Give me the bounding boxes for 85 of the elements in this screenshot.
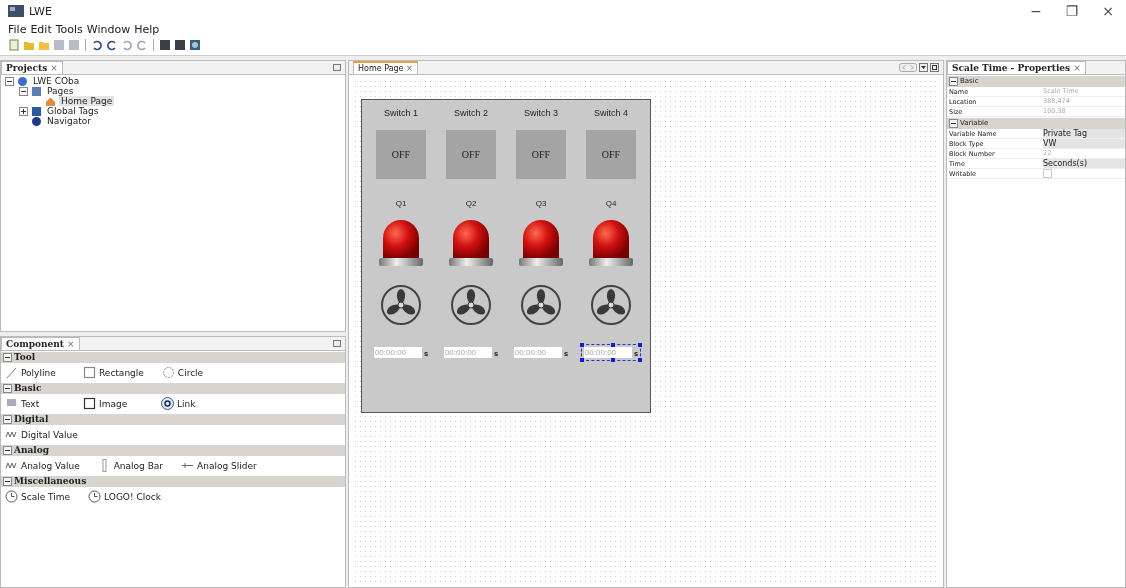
palette-section-header[interactable]: Basic <box>14 383 42 394</box>
monitor-toolbar-icon[interactable] <box>189 39 201 51</box>
tree-item[interactable]: Home Page <box>59 96 115 106</box>
menu-item[interactable]: File <box>8 23 27 36</box>
rectangle-icon <box>83 366 96 379</box>
project-icon <box>17 75 28 87</box>
expand-icon[interactable] <box>19 106 28 116</box>
collapse-icon[interactable] <box>3 415 12 424</box>
palette-item[interactable]: Circle <box>177 367 204 378</box>
fan-icon <box>450 284 492 326</box>
collapse-icon[interactable] <box>3 384 12 393</box>
lamp-label: Q4 <box>605 199 617 208</box>
palette-item[interactable]: Text <box>21 398 40 409</box>
redo-toolbar-icon[interactable] <box>106 39 118 51</box>
switch-label: Switch 2 <box>454 108 488 118</box>
panel-tab[interactable]: Projects × <box>1 61 63 74</box>
menu-item[interactable]: Window <box>86 23 131 36</box>
tree-item[interactable]: Pages <box>45 86 76 96</box>
navigator-icon <box>31 115 42 127</box>
lamp-label: Q3 <box>535 199 547 208</box>
link-icon <box>161 397 174 410</box>
switch-label: Switch 4 <box>594 108 628 118</box>
palette-item[interactable]: Rectangle <box>99 367 144 378</box>
minimize-button[interactable]: − <box>1018 0 1054 22</box>
panel-tab[interactable]: Component × <box>1 337 80 350</box>
collapse-icon[interactable] <box>3 477 12 486</box>
circle-icon <box>161 366 175 379</box>
property-dropdown[interactable]: Seconds(s) <box>1043 159 1125 168</box>
fan-icon <box>590 284 632 326</box>
tree-item[interactable]: LWE COba <box>31 76 82 86</box>
palette-section-header[interactable]: Tool <box>14 352 36 363</box>
switch-button[interactable]: OFF <box>376 130 426 179</box>
undo-toolbar-icon[interactable] <box>91 39 103 51</box>
dropdown-icon[interactable] <box>919 63 928 72</box>
switch-button[interactable]: OFF <box>516 130 566 179</box>
image-icon <box>83 397 96 410</box>
page-icon <box>45 95 56 107</box>
switch-label: Switch 3 <box>524 108 558 118</box>
clock-icon <box>5 490 18 503</box>
lamp-label: Q1 <box>395 199 407 208</box>
palette-item[interactable]: Digital Value <box>21 429 78 440</box>
minimize-icon[interactable] <box>333 64 341 71</box>
clock2-icon <box>88 490 102 503</box>
polyline-icon <box>5 366 18 379</box>
switch-label: Switch 1 <box>384 108 418 118</box>
palette-item[interactable]: Analog Bar <box>113 460 164 471</box>
collapse-icon[interactable] <box>3 446 12 455</box>
palette-item[interactable]: Link <box>177 398 196 409</box>
fan-icon <box>520 284 562 326</box>
palette-item[interactable]: Image <box>99 398 128 409</box>
collapse-icon[interactable] <box>949 77 958 86</box>
lamp-label: Q2 <box>465 199 477 208</box>
palette-item[interactable]: LOGO! Clock <box>104 491 161 502</box>
property-dropdown[interactable]: VW <box>1043 139 1125 148</box>
palette-section-header[interactable]: Digital <box>14 414 49 425</box>
pages-icon <box>31 85 42 97</box>
property-dropdown[interactable]: Private Tag <box>1043 129 1125 138</box>
collapse-icon[interactable] <box>949 119 958 128</box>
palette-item[interactable]: Analog Slider <box>197 460 257 471</box>
switch-button[interactable]: OFF <box>446 130 496 179</box>
maximize-icon[interactable] <box>930 63 939 72</box>
fan-icon <box>380 284 422 326</box>
tree-item[interactable]: Global Tags <box>45 106 101 116</box>
palette-section-header[interactable]: Analog <box>14 445 50 456</box>
tree-item[interactable]: Navigator <box>45 116 94 126</box>
palette-item[interactable]: Polyline <box>21 367 56 378</box>
writable-checkbox[interactable] <box>1043 169 1052 178</box>
app-icon <box>8 5 24 17</box>
maximize-button[interactable]: ❐ <box>1054 0 1090 22</box>
collapse-icon[interactable] <box>3 353 12 362</box>
menu-item[interactable]: Help <box>134 23 160 36</box>
new-toolbar-icon[interactable] <box>8 39 20 51</box>
palette-item[interactable]: Scale Time <box>21 491 71 502</box>
editor-tab[interactable]: Home Page × <box>353 61 418 74</box>
collapse-icon[interactable] <box>5 76 14 86</box>
collapse-icon[interactable] <box>19 86 28 96</box>
minimize-icon[interactable] <box>333 340 341 347</box>
menu-item[interactable]: Edit <box>30 23 52 36</box>
switch-button[interactable]: OFF <box>586 130 636 179</box>
panel-tab[interactable]: Scale Time - Properties × <box>947 61 1086 74</box>
tags-icon <box>31 105 42 117</box>
close-button[interactable]: × <box>1090 0 1126 22</box>
window-title: LWE <box>29 4 52 18</box>
menu-item[interactable]: Tools <box>55 23 83 36</box>
palette-item[interactable]: Analog Value <box>21 460 80 471</box>
